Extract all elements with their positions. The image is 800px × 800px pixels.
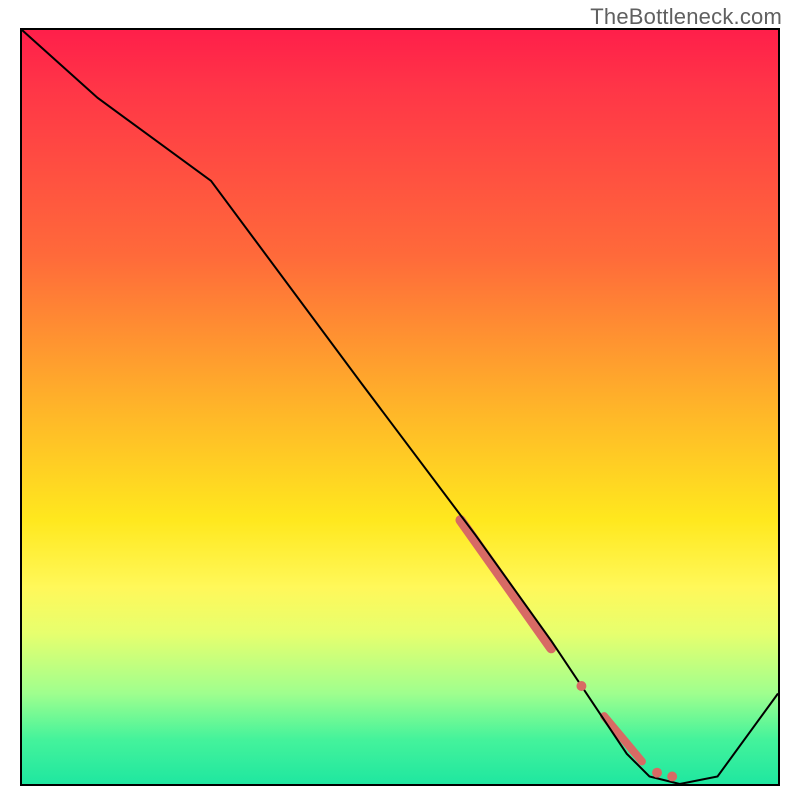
highlight-points bbox=[576, 681, 677, 781]
watermark-text: TheBottleneck.com bbox=[590, 4, 782, 30]
highlight-segment bbox=[604, 716, 642, 761]
chart-canvas: TheBottleneck.com bbox=[0, 0, 800, 800]
main-curve bbox=[22, 30, 778, 784]
line-overlay bbox=[22, 30, 778, 784]
plot-area bbox=[20, 28, 780, 786]
highlight-point bbox=[667, 771, 677, 781]
highlight-segment bbox=[460, 520, 551, 648]
highlight-point bbox=[576, 681, 586, 691]
highlight-point bbox=[652, 768, 662, 778]
